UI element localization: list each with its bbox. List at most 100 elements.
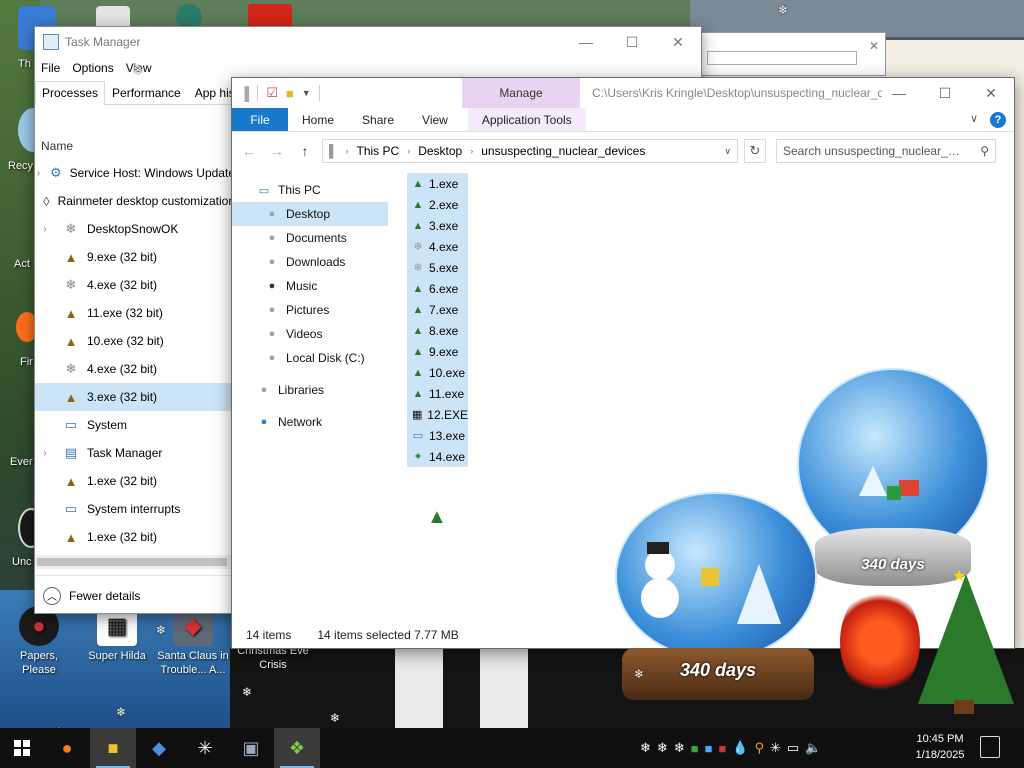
tab-processes[interactable]: Processes: [35, 81, 106, 105]
process-row[interactable]: › ❄ DesktopSnowOK: [35, 215, 235, 243]
file-explorer-taskbar-icon[interactable]: ■: [90, 728, 136, 768]
ribbon-tab-view[interactable]: View: [408, 108, 462, 131]
close-icon[interactable]: ✕: [968, 78, 1014, 108]
help-icon[interactable]: ?: [990, 112, 1006, 128]
tray-app-icon[interactable]: ■: [718, 741, 726, 756]
forward-arrow-icon[interactable]: →: [266, 143, 288, 159]
file-item[interactable]: ▲ 11.exe: [407, 383, 468, 404]
chevron-up-icon[interactable]: ︿: [43, 586, 61, 605]
desktop-icon-santa-claus-in-trouble[interactable]: ◆ Santa Claus in Trouble... A...: [156, 606, 230, 677]
file-item[interactable]: ▲ 6.exe: [407, 278, 468, 299]
chevron-down-icon[interactable]: ▼: [302, 88, 311, 98]
process-row[interactable]: › ⚙ Service Host: Windows Update: [35, 159, 235, 187]
refresh-icon[interactable]: ↻: [744, 139, 766, 163]
breadcrumb-desktop[interactable]: Desktop: [418, 144, 462, 158]
properties-icon[interactable]: ☑: [266, 85, 278, 101]
breadcrumb-current-folder[interactable]: unsuspecting_nuclear_devices: [481, 144, 645, 158]
maximize-icon[interactable]: ☐: [609, 27, 655, 57]
ribbon-tab-share[interactable]: Share: [348, 108, 408, 131]
breadcrumb-this-pc[interactable]: This PC: [357, 144, 400, 158]
file-item[interactable]: ▲ 2.exe: [407, 194, 468, 215]
snowflake-icon[interactable]: ❄: [674, 740, 685, 756]
app-taskbar-icon[interactable]: ◆: [136, 728, 182, 768]
maximize-icon[interactable]: ☐: [922, 78, 968, 108]
chevron-right-icon[interactable]: ›: [35, 168, 42, 179]
nav-item-local-disk-c[interactable]: ● Local Disk (C:): [232, 346, 392, 370]
process-row[interactable]: ▭ System interrupts: [35, 495, 235, 523]
chevron-right-icon[interactable]: ›: [35, 448, 55, 459]
column-header-name[interactable]: Name: [41, 139, 73, 153]
nav-item-this-pc[interactable]: ▭ This PC: [232, 178, 392, 202]
volume-icon[interactable]: 🔈: [805, 740, 821, 756]
ribbon-tab-application-tools[interactable]: Application Tools: [467, 108, 586, 131]
process-row[interactable]: ▲ 11.exe (32 bit): [35, 299, 235, 327]
search-icon[interactable]: ⚲: [980, 144, 989, 158]
snowflake-icon[interactable]: ❄: [640, 740, 651, 756]
process-row[interactable]: ❄ 4.exe (32 bit): [35, 355, 235, 383]
file-item[interactable]: ❄ 4.exe: [407, 236, 468, 257]
network-icon[interactable]: ▭: [787, 740, 799, 756]
menu-options[interactable]: Options: [72, 61, 113, 75]
ribbon-tab-file[interactable]: File: [232, 108, 288, 131]
file-item[interactable]: ▲ 8.exe: [407, 320, 468, 341]
process-row[interactable]: ◊ Rainmeter desktop customization: [35, 187, 235, 215]
firefox-taskbar-icon[interactable]: ●: [44, 728, 90, 768]
process-row[interactable]: ▲ 1.exe (32 bit): [35, 467, 235, 495]
expand-ribbon-icon[interactable]: ∨: [970, 112, 978, 128]
ribbon-tab-home[interactable]: Home: [288, 108, 348, 131]
file-item[interactable]: ▲ 3.exe: [407, 215, 468, 236]
file-item[interactable]: ▲ 1.exe: [407, 173, 468, 194]
nav-item-videos[interactable]: ● Videos: [232, 322, 392, 346]
monitor-taskbar-icon[interactable]: ▣: [228, 728, 274, 768]
menu-file[interactable]: File: [41, 61, 60, 75]
file-item[interactable]: ▲ 9.exe: [407, 341, 468, 362]
chevron-right-icon[interactable]: ›: [470, 146, 473, 156]
process-row[interactable]: ▲ 10.exe (32 bit): [35, 327, 235, 355]
up-arrow-icon[interactable]: ↑: [294, 143, 316, 159]
nav-item-pictures[interactable]: ● Pictures: [232, 298, 392, 322]
desktop-icon-papers-please[interactable]: ● Papers, Please: [2, 606, 76, 677]
tray-app-icon[interactable]: ■: [705, 741, 713, 756]
manage-tab[interactable]: Manage: [462, 78, 580, 108]
file-item[interactable]: ✦ 14.exe: [407, 446, 468, 467]
snowflake-icon[interactable]: ✳: [770, 740, 781, 756]
nav-item-downloads[interactable]: ● Downloads: [232, 250, 392, 274]
desktop-icon-super-hilda[interactable]: ▦ Super Hilda: [80, 606, 154, 663]
droplet-icon[interactable]: 💧: [732, 740, 748, 756]
clock[interactable]: 10:45 PM 1/18/2025: [900, 731, 980, 763]
search-icon[interactable]: ⚲: [754, 740, 764, 756]
background-window[interactable]: ✕: [700, 32, 886, 76]
start-button[interactable]: [0, 728, 44, 768]
file-item[interactable]: ▭ 13.exe: [407, 425, 468, 446]
process-row[interactable]: ▲ 9.exe (32 bit): [35, 243, 235, 271]
nav-item-music[interactable]: ● Music: [232, 274, 392, 298]
minimize-icon[interactable]: —: [876, 78, 922, 108]
snowflake-icon[interactable]: ❄: [657, 740, 668, 756]
tab-performance[interactable]: Performance: [105, 81, 188, 104]
scrollbar-thumb[interactable]: [37, 558, 227, 566]
close-icon[interactable]: ✕: [869, 39, 879, 53]
file-item[interactable]: ▦ 12.EXE: [407, 404, 468, 425]
fewer-details-link[interactable]: Fewer details: [69, 589, 140, 603]
chevron-right-icon[interactable]: ›: [407, 146, 410, 156]
chevron-right-icon[interactable]: ›: [35, 224, 55, 235]
search-input[interactable]: Search unsuspecting_nuclear_devices ⚲: [776, 139, 996, 163]
new-folder-icon[interactable]: ■: [286, 86, 294, 101]
process-row[interactable]: ▭ System: [35, 411, 235, 439]
minimize-icon[interactable]: —: [563, 27, 609, 57]
nav-item-desktop[interactable]: ● Desktop: [232, 202, 388, 226]
process-row[interactable]: ▲ 3.exe (32 bit): [35, 383, 235, 411]
process-row[interactable]: ❄ 4.exe (32 bit): [35, 271, 235, 299]
horizontal-scrollbar[interactable]: [35, 555, 235, 569]
nav-item-network[interactable]: ● Network: [232, 410, 392, 434]
notification-icon[interactable]: [980, 736, 1000, 758]
back-arrow-icon[interactable]: ←: [238, 143, 260, 159]
windows-xp-taskbar-icon[interactable]: ❖: [274, 728, 320, 768]
tray-app-icon[interactable]: ■: [691, 741, 699, 756]
chevron-right-icon[interactable]: ›: [346, 146, 349, 156]
chevron-down-icon[interactable]: ∨: [724, 146, 731, 157]
folder-icon[interactable]: ▐: [240, 86, 249, 101]
close-icon[interactable]: ✕: [655, 27, 701, 57]
address-bar[interactable]: ▌ › This PC › Desktop › unsuspecting_nuc…: [322, 139, 738, 163]
process-row[interactable]: › ▤ Task Manager: [35, 439, 235, 467]
